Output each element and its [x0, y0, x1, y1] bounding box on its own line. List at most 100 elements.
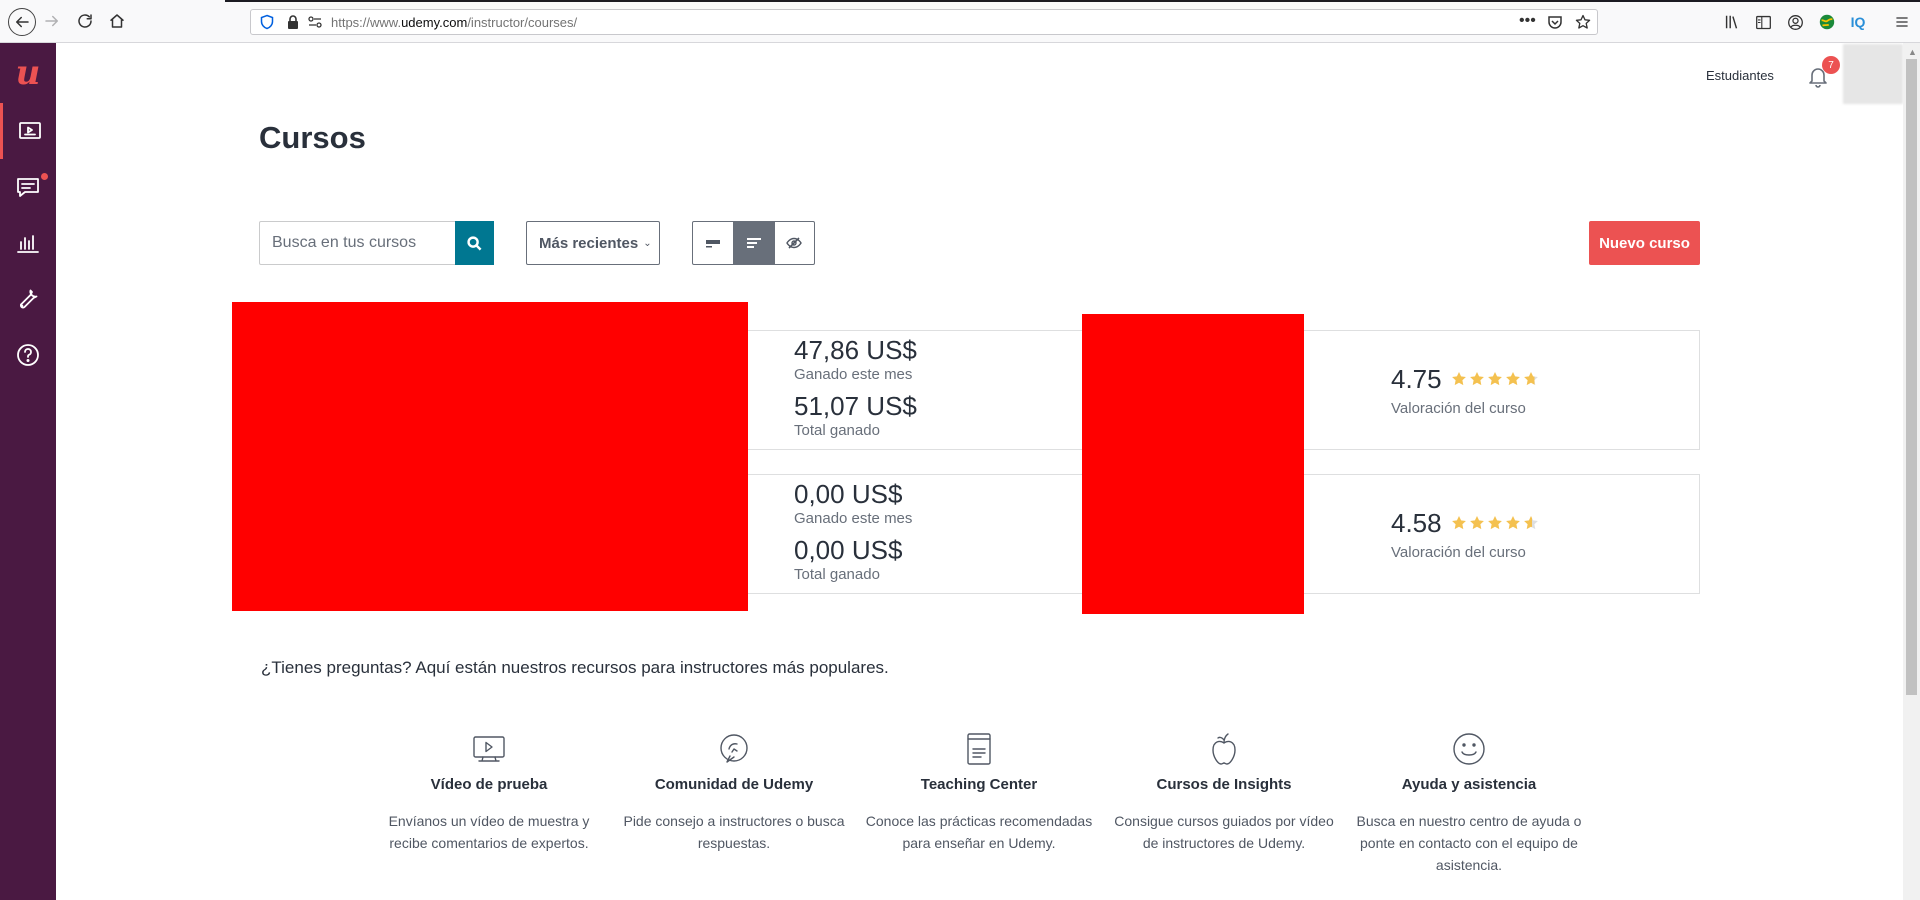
- library-icon[interactable]: [1722, 12, 1742, 32]
- reload-icon[interactable]: [73, 9, 97, 33]
- resource-title: Vídeo de prueba: [430, 776, 548, 793]
- earned-this-month-value: 0,00 US$: [794, 479, 903, 509]
- iq-extension-button[interactable]: IQ: [1848, 12, 1868, 32]
- sidebar-item-tools[interactable]: [0, 271, 56, 327]
- star-icon: [1505, 516, 1520, 530]
- bar-chart-icon: [17, 235, 39, 253]
- new-course-button[interactable]: Nuevo curso: [1589, 221, 1700, 265]
- star-icon: [1451, 372, 1466, 386]
- hide-view-button[interactable]: [773, 222, 814, 264]
- rating-stars: [1451, 515, 1539, 531]
- star-icon: [1469, 516, 1484, 530]
- total-earned-label: Total ganado: [794, 566, 880, 583]
- search-icon: [467, 235, 482, 250]
- list-view-button[interactable]: [733, 222, 774, 264]
- apple-icon: [1206, 731, 1242, 767]
- resource-title: Comunidad de Udemy: [654, 776, 814, 793]
- browser-tab-strip: [225, 0, 1920, 2]
- udemy-logo[interactable]: u: [10, 53, 46, 93]
- chevron-down-icon: ⌄: [643, 237, 652, 249]
- page-actions-icon[interactable]: •••: [1519, 13, 1536, 29]
- resource-video-test[interactable]: Vídeo de prueba Envíanos un vídeo de mue…: [374, 731, 604, 854]
- total-earned-value: 51,07 US$: [794, 391, 917, 421]
- community-icon: [716, 731, 752, 767]
- lock-icon[interactable]: [285, 14, 301, 30]
- menu-icon[interactable]: [1892, 12, 1912, 32]
- forward-icon[interactable]: [40, 9, 64, 33]
- sidebar-item-help[interactable]: [0, 327, 56, 383]
- resource-teaching-center[interactable]: Teaching Center Conoce las prácticas rec…: [864, 731, 1094, 854]
- resource-community[interactable]: Comunidad de Udemy Pide consejo a instru…: [619, 731, 849, 854]
- back-icon[interactable]: [8, 8, 36, 36]
- resource-help-support[interactable]: Ayuda y asistencia Busca en nuestro cent…: [1354, 731, 1584, 876]
- resource-title: Cursos de Insights: [1156, 776, 1292, 793]
- permissions-icon[interactable]: [307, 14, 323, 30]
- star-icon: [1451, 516, 1466, 530]
- messages-icon: [17, 178, 39, 197]
- resource-description: Consigue cursos guiados por vídeo de ins…: [1114, 813, 1334, 851]
- sidebar-item-courses[interactable]: [0, 103, 56, 159]
- avatar[interactable]: [1843, 44, 1903, 104]
- scroll-up-icon[interactable]: ▲: [1908, 47, 1917, 57]
- earned-this-month-label: Ganado este mes: [794, 366, 913, 383]
- video-icon: [471, 731, 507, 767]
- pocket-icon[interactable]: [1547, 14, 1563, 30]
- account-icon[interactable]: [1785, 12, 1805, 32]
- redacted-course-image: [1082, 314, 1304, 614]
- view-toggle-group: [692, 221, 815, 265]
- compact-view-button[interactable]: [693, 222, 733, 264]
- star-icon: [1487, 372, 1502, 386]
- sidebar-item-performance[interactable]: [0, 215, 56, 271]
- resource-insights[interactable]: Cursos de Insights Consigue cursos guiad…: [1109, 731, 1339, 854]
- rating-label: Valoración del curso: [1391, 400, 1526, 417]
- home-icon[interactable]: [105, 9, 129, 33]
- star-icon: [1523, 372, 1538, 386]
- url-text: https://www.udemy.com/instructor/courses…: [331, 15, 578, 30]
- browser-toolbar: https://www.udemy.com/instructor/courses…: [0, 0, 1920, 43]
- search-button[interactable]: [455, 221, 494, 265]
- earned-this-month-label: Ganado este mes: [794, 510, 913, 527]
- courses-icon: [18, 122, 41, 139]
- resources-heading: ¿Tienes preguntas? Aquí están nuestros r…: [261, 658, 889, 677]
- redacted-course-info: [232, 302, 748, 611]
- resource-title: Teaching Center: [920, 776, 1038, 793]
- total-earned-value: 0,00 US$: [794, 535, 903, 565]
- sidebar-item-communication[interactable]: [0, 159, 56, 215]
- rating-stars: [1451, 371, 1539, 387]
- compact-view-icon: [706, 240, 721, 248]
- book-icon: [961, 731, 997, 767]
- page-scrollbar[interactable]: ▲: [1903, 43, 1920, 900]
- address-bar[interactable]: https://www.udemy.com/instructor/courses…: [250, 9, 1598, 35]
- scrollbar-thumb[interactable]: [1906, 59, 1917, 695]
- rating-label: Valoración del curso: [1391, 544, 1526, 561]
- notification-badge: 7: [1822, 56, 1840, 74]
- course-earnings: 47,86 US$ Ganado este mes 51,07 US$ Tota…: [794, 335, 917, 447]
- rating-score: 4.75: [1391, 364, 1442, 394]
- page-title: Cursos: [259, 120, 366, 155]
- total-earned-label: Total ganado: [794, 422, 880, 439]
- extension-globe-icon[interactable]: [1817, 12, 1837, 32]
- resource-description: Envíanos un vídeo de muestra y recibe co…: [388, 813, 590, 851]
- course-search: [259, 221, 494, 265]
- resource-description: Pide consejo a instructores o busca resp…: [623, 813, 845, 851]
- star-icon: [1487, 516, 1502, 530]
- sort-dropdown[interactable]: Más recientes ⌄: [526, 221, 660, 265]
- sidebar-toggle-icon[interactable]: [1753, 12, 1773, 32]
- resource-description: Busca en nuestro centro de ayuda o ponte…: [1356, 813, 1582, 873]
- tracking-shield-icon[interactable]: [259, 14, 275, 30]
- resource-title: Ayuda y asistencia: [1401, 776, 1537, 793]
- unread-dot: [41, 173, 48, 180]
- star-icon: [1523, 516, 1538, 530]
- course-rating: 4.75 Valoración del curso: [1391, 364, 1539, 417]
- earned-this-month-value: 47,86 US$: [794, 335, 917, 365]
- help-icon: [17, 344, 39, 366]
- bookmark-star-icon[interactable]: [1575, 14, 1591, 30]
- course-earnings: 0,00 US$ Ganado este mes 0,00 US$ Total …: [794, 479, 912, 591]
- wrench-icon: [20, 289, 38, 309]
- students-link[interactable]: Estudiantes: [1706, 68, 1774, 83]
- rating-score: 4.58: [1391, 508, 1442, 538]
- search-input[interactable]: [260, 222, 455, 264]
- instructor-sidebar: u: [0, 43, 56, 900]
- star-icon: [1505, 372, 1520, 386]
- eye-off-icon: [786, 237, 803, 249]
